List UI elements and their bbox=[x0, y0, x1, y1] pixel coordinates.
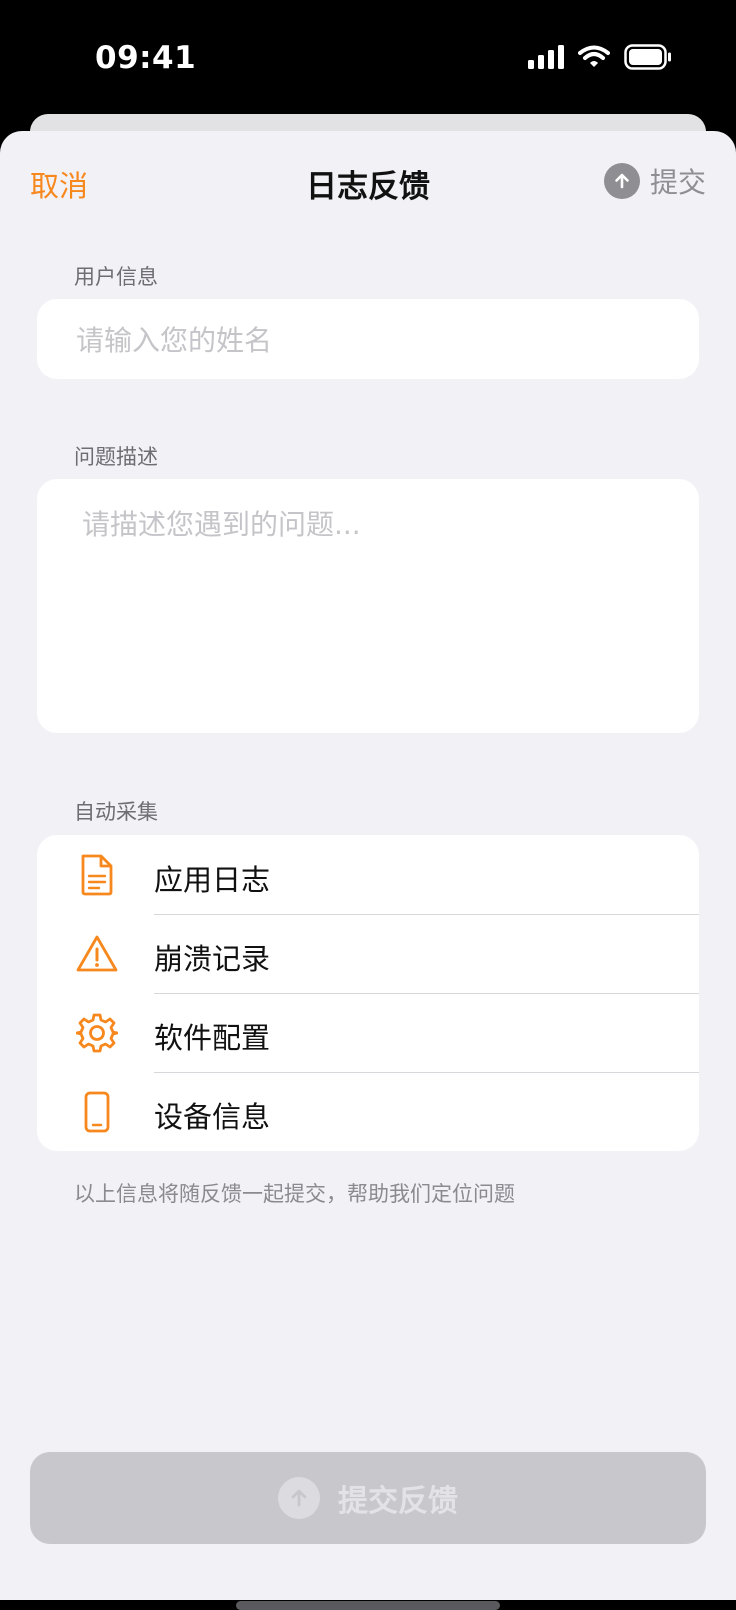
submit-feedback-button[interactable]: 提交反馈 bbox=[30, 1452, 706, 1544]
arrow-up-circle-icon bbox=[278, 1477, 320, 1519]
submit-feedback-label: 提交反馈 bbox=[338, 1484, 458, 1519]
list-item-app-logs: 应用日志 bbox=[37, 835, 699, 915]
home-indicator bbox=[236, 1601, 500, 1610]
nav-bar: 取消 日志反馈 提交 bbox=[0, 131, 736, 231]
feedback-sheet: 取消 日志反馈 提交 用户信息 问题描述 自动采集 bbox=[0, 131, 736, 1610]
description-input[interactable] bbox=[80, 501, 664, 715]
list-item-label: 崩溃记录 bbox=[154, 942, 271, 976]
warning-icon bbox=[75, 932, 119, 976]
wifi-icon bbox=[578, 45, 610, 67]
auto-collect-label: 自动采集 bbox=[74, 800, 158, 824]
gear-icon bbox=[75, 1011, 119, 1055]
list-item-label: 设备信息 bbox=[154, 1100, 271, 1134]
name-input[interactable] bbox=[74, 299, 638, 381]
status-bar: 09:41 bbox=[0, 0, 736, 120]
battery-icon bbox=[624, 44, 671, 70]
name-card bbox=[37, 299, 699, 381]
cellular-signal-icon bbox=[528, 45, 564, 69]
list-item-label: 软件配置 bbox=[154, 1021, 271, 1055]
auto-collect-footnote: 以上信息将随反馈一起提交，帮助我们定位问题 bbox=[74, 1182, 515, 1206]
user-info-label: 用户信息 bbox=[74, 265, 158, 289]
description-card bbox=[37, 479, 699, 733]
status-icons bbox=[528, 44, 672, 70]
problem-label: 问题描述 bbox=[74, 445, 158, 469]
nav-submit-button[interactable]: 提交 bbox=[603, 161, 706, 201]
list-item-label: 应用日志 bbox=[154, 863, 271, 897]
document-icon bbox=[75, 853, 119, 897]
list-item-crash-records: 崩溃记录 bbox=[37, 914, 699, 994]
auto-collect-list: 应用日志 崩溃记录 软件配置 设备信息 bbox=[37, 835, 699, 1151]
list-item-software-config: 软件配置 bbox=[37, 993, 699, 1073]
phone-icon bbox=[75, 1090, 119, 1134]
list-item-device-info: 设备信息 bbox=[37, 1072, 699, 1152]
nav-submit-label: 提交 bbox=[649, 166, 706, 199]
status-time: 09:41 bbox=[95, 40, 197, 76]
arrow-up-circle-icon bbox=[603, 163, 640, 199]
